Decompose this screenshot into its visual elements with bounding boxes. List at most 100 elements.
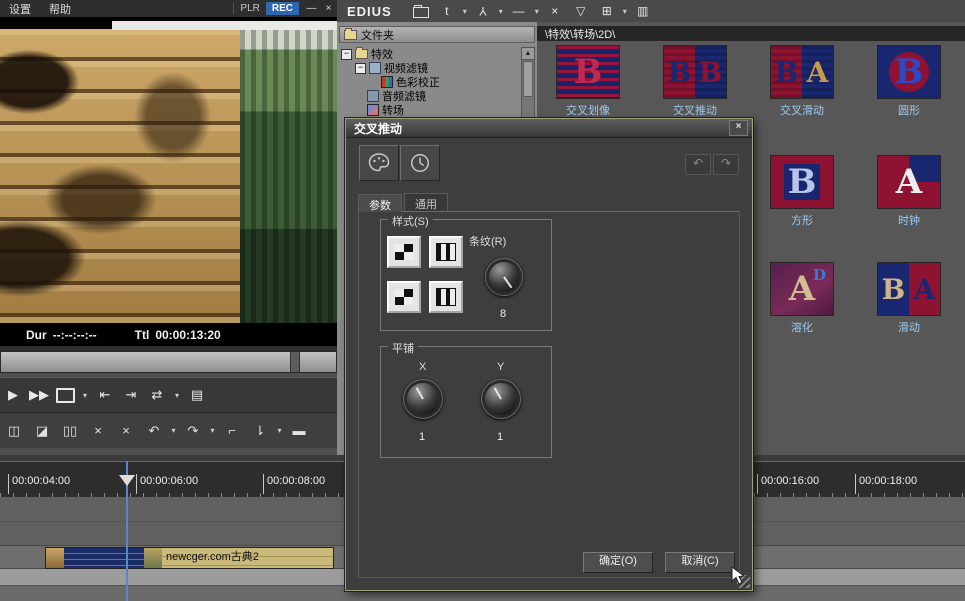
wood-texture-frame: [0, 29, 240, 323]
corner-icon[interactable]: ⌐: [221, 418, 243, 444]
collapse-icon[interactable]: −: [355, 62, 366, 74]
scrub-position-handle[interactable]: [290, 352, 300, 372]
effect-item-clock[interactable]: A 时钟: [877, 155, 941, 228]
copy-icon[interactable]: ◫: [3, 418, 25, 444]
cross-push-dialog: 交叉推动 × ↶ ↷ 参数 通用 样式(S) 条纹(R) 8 平铺 X Y 1 …: [345, 118, 753, 591]
fast-forward-icon[interactable]: ▶▶: [28, 382, 50, 408]
pattern-button-4[interactable]: [429, 281, 463, 313]
tile-x-knob[interactable]: [403, 379, 443, 419]
pattern-button-1[interactable]: [387, 236, 421, 268]
effect-item-slide[interactable]: B A 滑动: [877, 262, 941, 335]
chevron-down-icon[interactable]: ▾: [621, 2, 629, 20]
stripes-value: 8: [499, 308, 507, 320]
mark-in-icon[interactable]: ⇤: [94, 382, 116, 408]
dialog-close-button[interactable]: ×: [729, 120, 748, 136]
effect-thumbnail[interactable]: B: [770, 155, 834, 209]
tree-item-audio-filters[interactable]: 音频滤镜: [339, 89, 521, 103]
menu-help[interactable]: 帮助: [40, 1, 80, 17]
effect-thumbnail[interactable]: B: [556, 45, 620, 99]
collapse-icon[interactable]: −: [341, 48, 352, 60]
chevron-down-icon[interactable]: ▾: [208, 418, 217, 444]
tile-x-value: 1: [418, 431, 426, 443]
audio-filter-icon: [367, 90, 379, 102]
clips-icon[interactable]: ▯▯: [59, 418, 81, 444]
play-icon[interactable]: ▶: [2, 382, 24, 408]
timecode-tick: 00:00:08:00: [263, 474, 325, 494]
down-arrow-icon[interactable]: ⇂: [249, 418, 271, 444]
chevron-down-icon[interactable]: ▾: [80, 382, 90, 408]
open-folder-icon[interactable]: [411, 2, 431, 20]
tile-y-knob[interactable]: [481, 379, 521, 419]
loop-icon[interactable]: ⇄: [146, 382, 168, 408]
render-icon[interactable]: ▬: [288, 418, 310, 444]
paste-icon[interactable]: ◪: [31, 418, 53, 444]
mark-out-icon[interactable]: ⇥: [120, 382, 142, 408]
chevron-down-icon[interactable]: ▾: [169, 418, 178, 444]
grid-icon[interactable]: ⊞: [597, 2, 617, 20]
tree-item-transitions[interactable]: 转场: [339, 103, 521, 117]
tree-item-effects[interactable]: − 特效: [339, 47, 521, 61]
scrollbar-thumb[interactable]: [523, 61, 533, 97]
chevron-down-icon[interactable]: ▾: [461, 2, 469, 20]
export-icon[interactable]: ▤: [186, 382, 208, 408]
effect-thumbnail[interactable]: B A: [877, 262, 941, 316]
scrub-bar[interactable]: [0, 351, 337, 373]
cancel-button[interactable]: 取消(C): [665, 552, 735, 573]
undo-icon[interactable]: ↶: [143, 418, 165, 444]
tab-parameters[interactable]: 参数: [358, 194, 402, 212]
folder-icon: [355, 47, 368, 59]
add-sequence-icon[interactable]: Y: [473, 2, 493, 20]
chevron-down-icon[interactable]: ▾: [497, 2, 505, 20]
pattern-button-3[interactable]: [387, 281, 421, 313]
redo-icon[interactable]: ↷: [182, 418, 204, 444]
effects-flask-icon[interactable]: ▽: [571, 2, 591, 20]
effect-item-cross-wipe[interactable]: B 交叉划像: [556, 45, 620, 118]
chevron-down-icon[interactable]: ▾: [172, 382, 182, 408]
duration-settings-button[interactable]: [400, 145, 440, 181]
color-settings-button[interactable]: [359, 145, 399, 181]
stripes-knob[interactable]: [485, 258, 523, 296]
effect-item-square[interactable]: B 方形: [770, 155, 834, 228]
effect-item-dissolve[interactable]: A D 溶化: [770, 262, 834, 335]
undo-button[interactable]: ↶: [685, 154, 711, 175]
delete-icon[interactable]: ×: [545, 2, 565, 20]
clip-transition-segment: [64, 548, 144, 568]
effect-thumbnail[interactable]: A: [877, 155, 941, 209]
monitor-icon[interactable]: [54, 382, 76, 408]
dialog-titlebar[interactable]: 交叉推动 ×: [346, 119, 752, 138]
tab-general[interactable]: 通用: [404, 193, 448, 211]
minimize-button[interactable]: —: [303, 3, 320, 14]
tree-item-video-filters[interactable]: − 视频滤镜: [339, 61, 521, 75]
effect-item-cross-slide[interactable]: B A 交叉滑动: [770, 45, 834, 118]
cut-icon[interactable]: ×: [87, 418, 109, 444]
effect-label: 溶化: [791, 322, 813, 334]
playhead-handle[interactable]: [119, 475, 135, 494]
chevron-down-icon[interactable]: ▾: [533, 2, 541, 20]
effect-thumbnail[interactable]: B A: [770, 45, 834, 99]
effect-item-circle[interactable]: B 圆形: [877, 45, 941, 118]
close-button[interactable]: ×: [320, 3, 337, 14]
effect-item-cross-push[interactable]: B B 交叉推动: [663, 45, 727, 118]
redo-button[interactable]: ↷: [713, 154, 739, 175]
ok-button[interactable]: 确定(O): [583, 552, 653, 573]
plr-mode-button[interactable]: PLR: [233, 3, 265, 14]
menu-settings[interactable]: 设置: [0, 1, 40, 17]
main-toolbar: EDIUS t ▾ Y ▾ — ▾ × ▽ ⊞ ▾ ▥: [337, 0, 965, 22]
capture-icon[interactable]: ▥: [633, 2, 653, 20]
scroll-up-icon[interactable]: ▲: [522, 48, 534, 60]
effect-thumbnail[interactable]: B B: [663, 45, 727, 99]
rec-mode-button[interactable]: REC: [265, 2, 299, 15]
ripple-cut-icon[interactable]: ×: [115, 418, 137, 444]
pattern-button-2[interactable]: [429, 236, 463, 268]
effect-thumbnail[interactable]: A D: [770, 262, 834, 316]
dur-label: Dur: [26, 327, 47, 342]
line-tool-icon[interactable]: —: [509, 2, 529, 20]
effect-label: 滑动: [898, 322, 920, 334]
effect-thumbnail[interactable]: B: [877, 45, 941, 99]
tree-item-color-correction[interactable]: 色彩校正: [339, 75, 521, 89]
tile-group-legend: 平铺: [388, 340, 418, 356]
effect-label: 交叉滑动: [780, 105, 824, 117]
timeline-clip[interactable]: newcger.com古典2: [45, 547, 334, 569]
chevron-down-icon[interactable]: ▾: [275, 418, 284, 444]
text-tool-icon[interactable]: t: [437, 2, 457, 20]
